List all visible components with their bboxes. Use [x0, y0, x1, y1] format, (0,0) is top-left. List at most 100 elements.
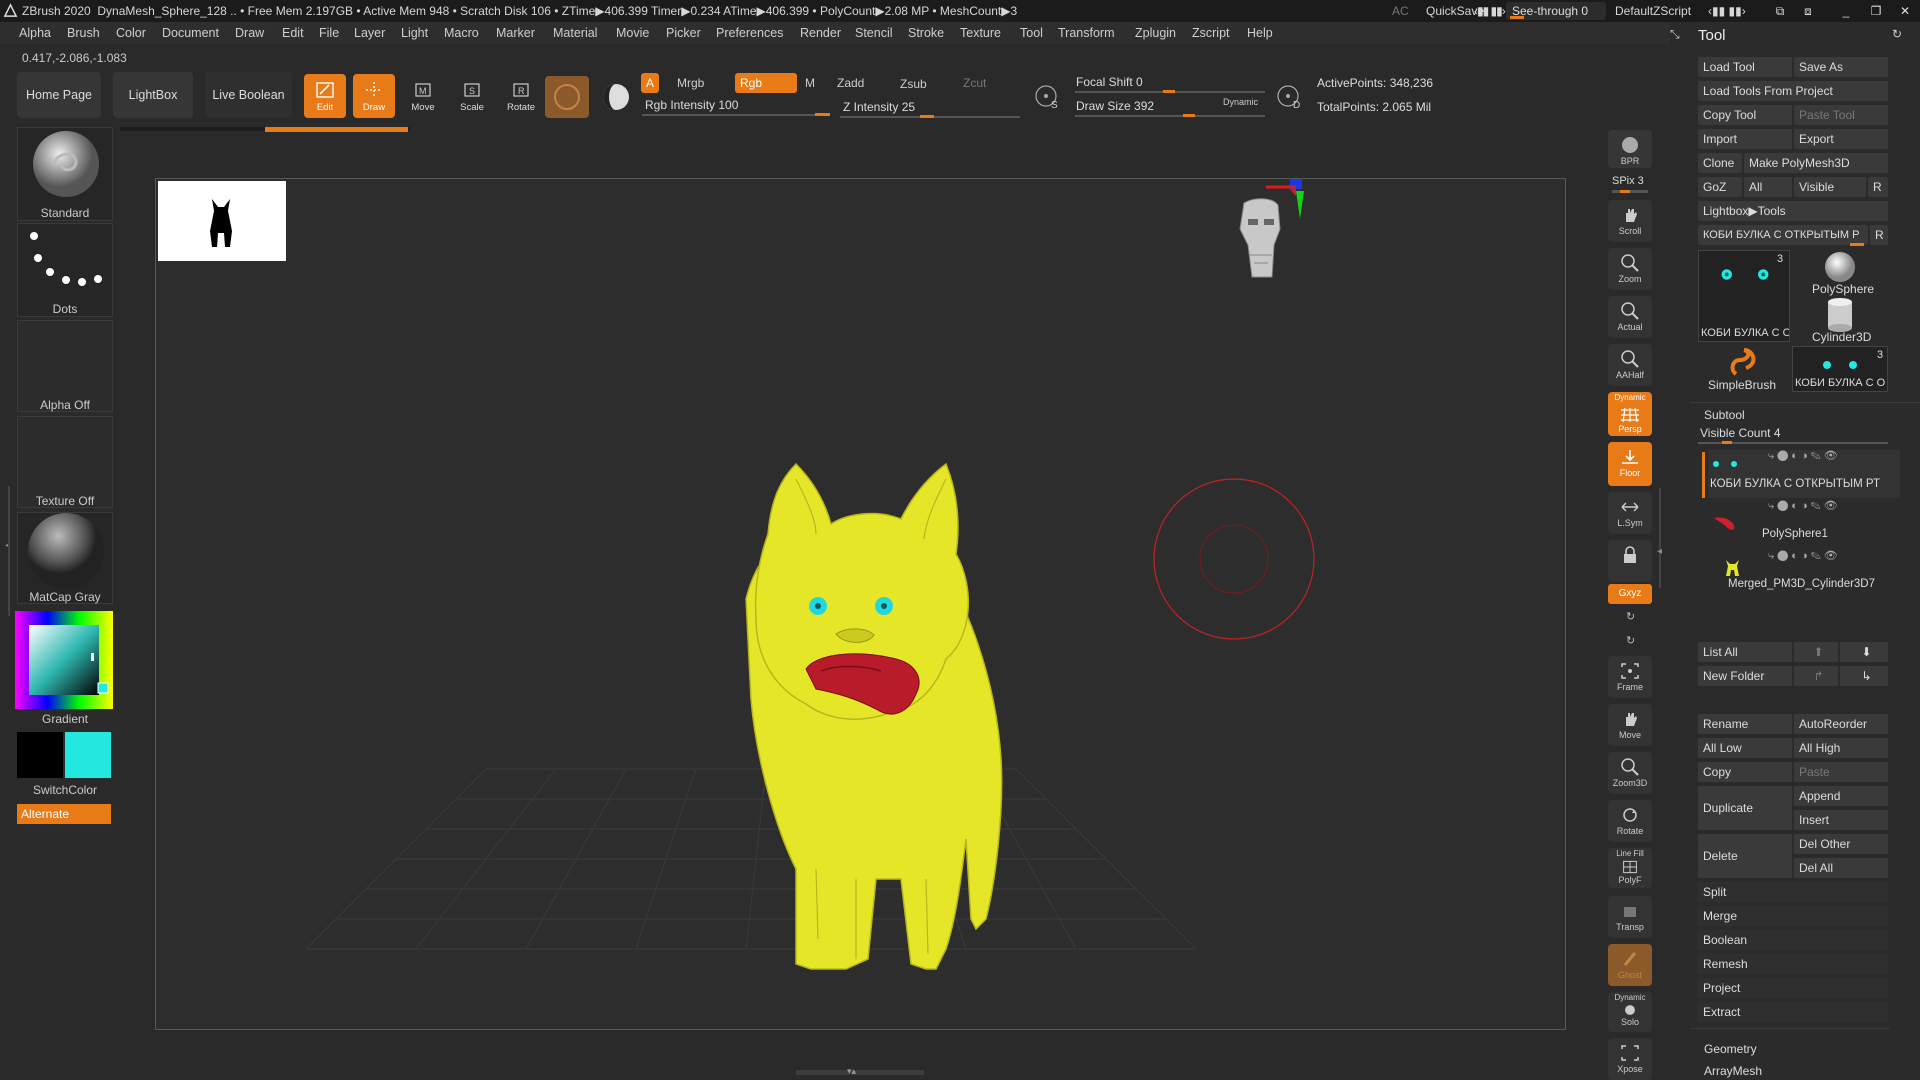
minimize-icon[interactable]: _ — [1838, 3, 1854, 19]
stroke-s-icon[interactable]: S — [1032, 82, 1062, 112]
load-tools-from-project-button[interactable]: Load Tools From Project — [1698, 81, 1888, 101]
right-splitter[interactable] — [1659, 488, 1661, 588]
folder-up-icon[interactable]: ↱ — [1794, 666, 1838, 686]
polyf-button[interactable]: Line Fill PolyF — [1608, 848, 1652, 888]
subtool-3-controls-icon[interactable]: ⤷ ⬤ ◐ ◑ ✎ 👁 — [1768, 549, 1838, 563]
tool-thumb-simplebrush[interactable]: SimpleBrush — [1698, 346, 1790, 392]
rotate-view-button[interactable]: Rotate — [1608, 800, 1652, 842]
menu-zplugin[interactable]: Zplugin — [1135, 26, 1176, 40]
alternate-button[interactable]: Alternate — [17, 804, 111, 824]
move-view-button[interactable]: Move — [1608, 704, 1652, 746]
split-button[interactable]: Split — [1698, 882, 1888, 902]
frame-button[interactable]: Frame — [1608, 656, 1652, 698]
export-button[interactable]: Export — [1794, 129, 1888, 149]
refresh-icon[interactable]: ↻ — [1892, 27, 1902, 41]
bpr-button[interactable]: BPR — [1608, 130, 1652, 168]
subtool-row-3[interactable]: ⤷ ⬤ ◐ ◑ ✎ 👁 Merged_PM3D_Cylinder3D7 — [1708, 550, 1900, 598]
rotate-z-icon[interactable]: ↻ — [1626, 634, 1635, 647]
default-zscript-button[interactable]: DefaultZScript — [1615, 4, 1691, 18]
menu-alpha[interactable]: Alpha — [19, 26, 51, 40]
lightbox-tools-button[interactable]: Lightbox▶Tools — [1698, 201, 1888, 221]
list-all-button[interactable]: List All — [1698, 642, 1792, 662]
layout-icon[interactable]: ⧉ — [1772, 3, 1788, 19]
menu-zscript[interactable]: Zscript — [1192, 26, 1230, 40]
menu-movie[interactable]: Movie — [616, 26, 649, 40]
zcut-toggle[interactable]: Zcut — [958, 73, 991, 93]
ghost-button[interactable]: Ghost — [1608, 944, 1652, 986]
subtool-row-1[interactable]: ⤷ ⬤ ◐ ◑ ✎ 👁 КОБИ БУЛКА С ОТКРЫТЫМ РТ — [1708, 450, 1900, 498]
tool-thumb-cylinder[interactable]: Cylinder3D — [1792, 298, 1888, 344]
rgb-toggle[interactable]: Rgb — [735, 73, 797, 93]
expand-bottom-icon[interactable]: ▾▴ — [847, 1066, 856, 1077]
menu-light[interactable]: Light — [401, 26, 428, 40]
subtool-header[interactable]: Subtool — [1704, 408, 1745, 422]
zadd-toggle[interactable]: Zadd — [832, 73, 869, 93]
extract-button[interactable]: Extract — [1698, 1002, 1888, 1022]
del-other-button[interactable]: Del Other — [1794, 834, 1888, 854]
zoom-button[interactable]: Zoom — [1608, 248, 1652, 290]
menu-help[interactable]: Help — [1247, 26, 1273, 40]
move-up-icon[interactable]: ⬆ — [1794, 642, 1838, 662]
all-high-button[interactable]: All High — [1794, 738, 1888, 758]
draw-mode-button[interactable]: Draw — [353, 74, 395, 118]
draw-size-slider[interactable]: Draw Size 392 — [1076, 99, 1154, 113]
save-as-button[interactable]: Save As — [1794, 57, 1888, 77]
primary-color-swatch[interactable] — [17, 732, 63, 778]
all-low-button[interactable]: All Low — [1698, 738, 1792, 758]
spix-slider[interactable]: SPix 3 — [1612, 175, 1644, 187]
tool-thumb-current-2[interactable]: 3 КОБИ БУЛКА С О — [1792, 346, 1888, 392]
delete-button[interactable]: Delete — [1698, 834, 1792, 878]
current-tool-r-button[interactable]: R — [1870, 225, 1888, 245]
layout2-icon[interactable]: ⧈ — [1800, 3, 1816, 19]
mrgb-toggle[interactable]: Mrgb — [672, 73, 709, 93]
paste-tool-button[interactable]: Paste Tool — [1794, 105, 1888, 125]
load-tool-button[interactable]: Load Tool — [1698, 57, 1792, 77]
copy-button[interactable]: Copy — [1698, 762, 1792, 782]
restore-icon[interactable]: ❐ — [1868, 3, 1884, 19]
import-button[interactable]: Import — [1698, 129, 1792, 149]
insert-button[interactable]: Insert — [1794, 810, 1888, 830]
lightbox-button[interactable]: LightBox — [113, 72, 193, 118]
new-folder-button[interactable]: New Folder — [1698, 666, 1792, 686]
actual-button[interactable]: Actual — [1608, 296, 1652, 338]
menu-picker[interactable]: Picker — [666, 26, 701, 40]
dynamic-label[interactable]: Dynamic — [1223, 97, 1258, 107]
folder-down-icon[interactable]: ↳ — [1840, 666, 1888, 686]
lock-button[interactable] — [1608, 540, 1652, 582]
boolean-button[interactable]: Boolean — [1698, 930, 1888, 950]
a-toggle[interactable]: A — [641, 73, 660, 93]
scale-mode-button[interactable]: S Scale — [451, 74, 493, 118]
menu-marker[interactable]: Marker — [496, 26, 535, 40]
menu-color[interactable]: Color — [116, 26, 146, 40]
layout-arrows-icon[interactable]: ‹▮▮ ▮▮› — [1708, 4, 1746, 18]
ui-arrows-icon[interactable]: ‹▮▮ ▮▮› — [1474, 4, 1506, 18]
bottom-scroll-handle[interactable] — [796, 1070, 924, 1075]
edit-mode-button[interactable]: Edit — [304, 74, 346, 118]
menu-stroke[interactable]: Stroke — [908, 26, 944, 40]
xpose-button[interactable]: Xpose — [1608, 1038, 1652, 1080]
goz-all-button[interactable]: All — [1744, 177, 1792, 197]
menu-document[interactable]: Document — [162, 26, 219, 40]
menu-file[interactable]: File — [319, 26, 339, 40]
pin-icon[interactable]: ⤡ — [1670, 27, 1680, 42]
tool-header[interactable]: Tool ⤡ ↻ — [1670, 24, 1920, 48]
aahalf-button[interactable]: AAHalf — [1608, 344, 1652, 386]
rotate-mode-button[interactable]: R Rotate — [500, 74, 542, 118]
move-mode-button[interactable]: M Move — [402, 74, 444, 118]
project-button[interactable]: Project — [1698, 978, 1888, 998]
collapse-right-icon[interactable]: ◂ — [1657, 546, 1662, 557]
focal-shift-slider[interactable]: Focal Shift 0 — [1076, 75, 1143, 89]
scroll-button[interactable]: Scroll — [1608, 200, 1652, 242]
subtool-row-2[interactable]: ⤷ ⬤ ◐ ◑ ✎ 👁 PolySphere1 — [1708, 500, 1900, 548]
goz-button[interactable]: GoZ — [1698, 177, 1742, 197]
persp-button[interactable]: Dynamic Persp — [1608, 392, 1652, 436]
live-boolean-button[interactable]: Live Boolean — [205, 72, 292, 118]
stroke-d-icon[interactable]: D — [1274, 82, 1304, 112]
menu-texture[interactable]: Texture — [960, 26, 1001, 40]
menu-edit[interactable]: Edit — [282, 26, 304, 40]
menu-tool[interactable]: Tool — [1020, 26, 1043, 40]
menu-draw[interactable]: Draw — [235, 26, 264, 40]
arraymesh-header[interactable]: ArrayMesh — [1704, 1064, 1762, 1078]
move-down-icon[interactable]: ⬇ — [1840, 642, 1888, 662]
menu-preferences[interactable]: Preferences — [716, 26, 783, 40]
